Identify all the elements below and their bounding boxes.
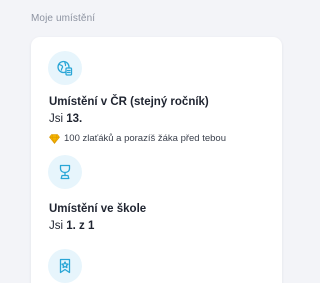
placement-panel: Moje umístění Umístění v ČR (stejný ročn…: [0, 0, 284, 283]
reward-text: 100 zlaťáků a porazíš žáka před tebou: [64, 133, 227, 144]
ribbon-badge-icon: [48, 249, 82, 283]
school-ranking-prefix: Jsi: [49, 220, 67, 232]
national-ranking-title: Umístění v ČR (stejný ročník): [49, 96, 209, 108]
school-ranking-position: 1. z 1: [66, 220, 95, 232]
national-ranking-reward: 100 zlaťáků a porazíš žáka před tebou: [49, 133, 226, 144]
placement-card: Umístění v ČR (stejný ročník) Jsi 13. 10…: [31, 37, 282, 283]
national-ranking-value: Jsi 13.: [49, 113, 82, 125]
trophy-icon: [48, 155, 82, 189]
national-ranking-prefix: Jsi: [49, 113, 67, 125]
diamond-icon: [49, 133, 60, 144]
globe-document-icon: [48, 51, 82, 85]
section-title: Moje umístění: [31, 13, 96, 24]
national-ranking-position: 13.: [66, 113, 83, 125]
school-ranking-title: Umístění ve škole: [49, 203, 147, 215]
school-ranking-value: Jsi 1. z 1: [49, 220, 94, 232]
